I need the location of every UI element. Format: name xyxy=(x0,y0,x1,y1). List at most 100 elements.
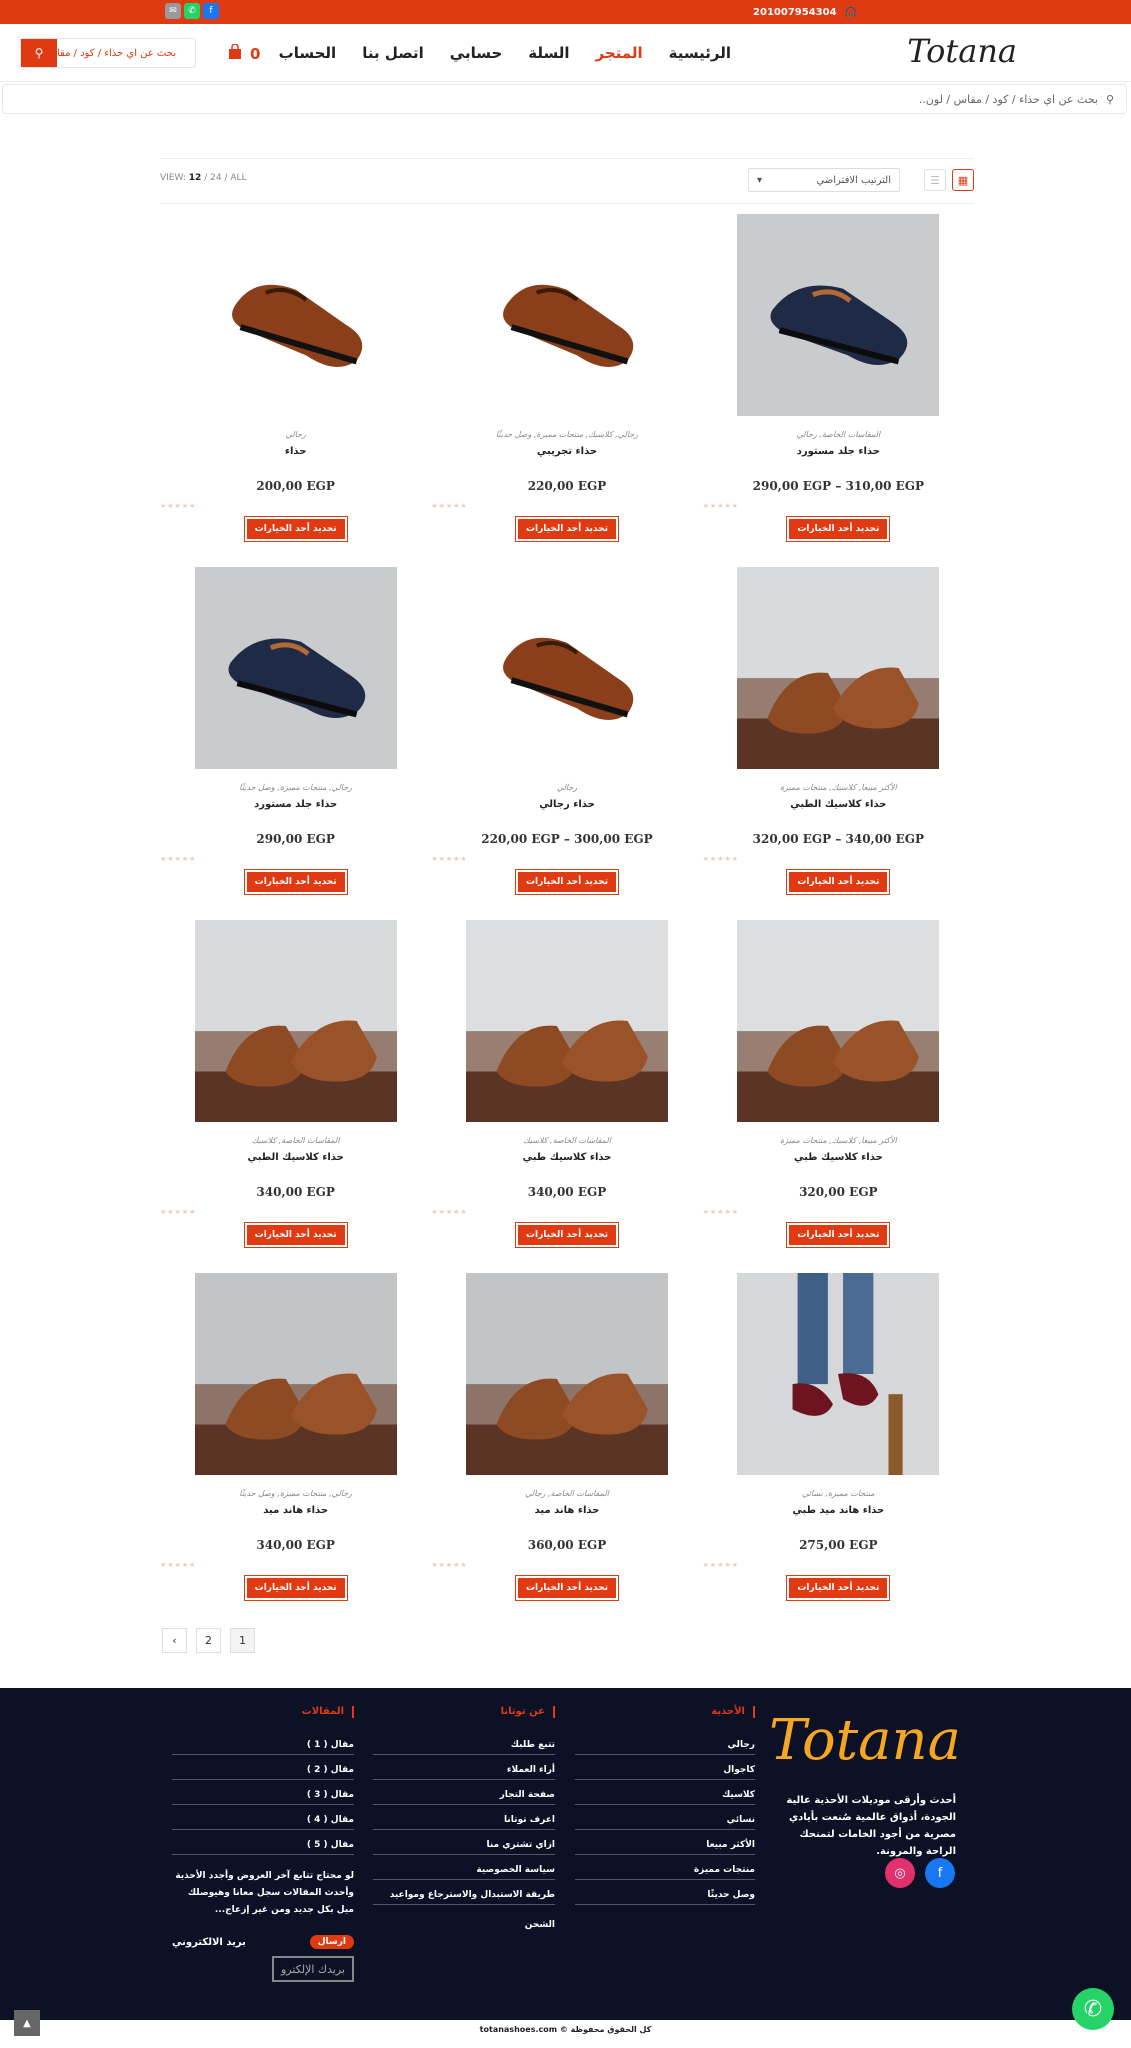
footer-link[interactable]: مقال ( 1 ) xyxy=(172,1730,354,1755)
product-name[interactable]: حذاء كلاسيك الطبي xyxy=(160,1152,431,1163)
per-page-12[interactable]: 12 xyxy=(189,173,202,183)
phone-contact[interactable]: 201007954304 🎧 xyxy=(753,0,857,24)
nav-contact[interactable]: اتصل بنا xyxy=(362,44,424,62)
list-view-icon[interactable]: ☰ xyxy=(924,169,946,191)
product-categories[interactable]: المقاسات الخاصة, رجالي xyxy=(431,1489,702,1501)
product-categories[interactable]: المقاسات الخاصة, رجالي xyxy=(703,430,974,442)
product-search-bar[interactable]: ⚲ بحث عن اي حذاء / كود / مقاس / لون.. xyxy=(2,84,1127,114)
header-search-input[interactable]: بحث عن اي حذاء / كود / مقا xyxy=(57,39,195,67)
product-search-input[interactable]: بحث عن اي حذاء / كود / مقاس / لون.. xyxy=(919,93,1098,106)
product-categories[interactable]: الأكثر مبيعا, كلاسيك, منتجات مميزة xyxy=(703,1136,974,1148)
footer-link[interactable]: رجالي xyxy=(575,1730,755,1755)
product-image[interactable] xyxy=(160,214,431,416)
product-name[interactable]: حذاء كلاسيك الطبي xyxy=(703,799,974,810)
product-image[interactable] xyxy=(160,920,431,1122)
footer-link[interactable]: مقال ( 3 ) xyxy=(172,1780,354,1805)
sort-select[interactable]: الترتيب الافتراضي ▾ xyxy=(748,168,900,192)
page-2[interactable]: 2 xyxy=(196,1628,221,1653)
footer-link[interactable]: أراء العملاء xyxy=(373,1755,555,1780)
product-categories[interactable]: منتجات مميزة, نسائي xyxy=(703,1489,974,1501)
footer-logo[interactable]: Totana xyxy=(769,1708,961,1773)
select-options-button[interactable]: تحديد أحد الخيارات xyxy=(786,1575,891,1601)
newsletter-email-input[interactable]: بريدك الإلكترو xyxy=(272,1956,354,1982)
product-name[interactable]: حذاء هاند ميد xyxy=(431,1505,702,1516)
product-card[interactable]: المقاسات الخاصة, رجالي حذاء جلد مستورد 290… xyxy=(703,214,974,567)
next-page-icon[interactable]: ‹ xyxy=(162,1628,187,1653)
select-options-button[interactable]: تحديد أحد الخيارات xyxy=(786,869,891,895)
product-categories[interactable]: رجالي, منتجات مميزة, وصل حديثًا xyxy=(160,783,431,795)
product-card[interactable]: رجالي حذاء 200,00 EGP ★★★★★ تحديد أحد الخيار… xyxy=(160,214,431,567)
send-button[interactable]: ارسال xyxy=(309,1935,354,1949)
product-name[interactable]: حذاء كلاسيك طبي xyxy=(431,1152,702,1163)
cart-button[interactable]: 0 xyxy=(228,43,260,63)
whatsapp-icon[interactable]: ✆ xyxy=(184,3,200,19)
product-card[interactable]: الأكثر مبيعا, كلاسيك, منتجات مميزة حذاء ك… xyxy=(703,567,974,920)
product-card[interactable]: رجالي, منتجات مميزة, وصل حديثًا حذاء هاند… xyxy=(160,1273,431,1626)
product-categories[interactable]: رجالي, منتجات مميزة, وصل حديثًا xyxy=(160,1489,431,1501)
facebook-icon[interactable]: f xyxy=(925,1858,955,1888)
email-icon[interactable]: ✉ xyxy=(165,3,181,19)
product-image[interactable] xyxy=(703,1273,974,1475)
phone-number[interactable]: 201007954304 xyxy=(753,7,837,18)
footer-link[interactable]: منتجات مميزة xyxy=(575,1855,755,1880)
footer-link[interactable]: اعرف توتانا xyxy=(373,1805,555,1830)
product-categories[interactable]: رجالي, كلاسيك, منتجات مميزة, وصل حديثًا xyxy=(431,430,702,442)
product-categories[interactable]: رجالي xyxy=(431,783,702,795)
product-card[interactable]: المقاسات الخاصة, رجالي حذاء هاند ميد 360,0… xyxy=(431,1273,702,1626)
footer-link[interactable]: تتبع طلبك xyxy=(373,1730,555,1755)
footer-link[interactable]: وصل حديثًا xyxy=(575,1880,755,1905)
page-1[interactable]: 1 xyxy=(230,1628,255,1653)
footer-link[interactable]: ازاي تشتري منا xyxy=(373,1830,555,1855)
product-name[interactable]: حذاء رجالي xyxy=(431,799,702,810)
select-options-button[interactable]: تحديد أحد الخيارات xyxy=(514,1222,619,1248)
product-name[interactable]: حذاء تجريبي xyxy=(431,446,702,457)
product-categories[interactable]: المقاسات الخاصة, كلاسيك xyxy=(160,1136,431,1148)
whatsapp-float-button[interactable]: ✆ xyxy=(1072,1988,1114,2030)
select-options-button[interactable]: تحديد أحد الخيارات xyxy=(243,869,348,895)
product-card[interactable]: المقاسات الخاصة, كلاسيك حذاء كلاسيك الطبي… xyxy=(160,920,431,1273)
facebook-icon[interactable]: f xyxy=(203,3,219,19)
product-categories[interactable]: رجالي xyxy=(160,430,431,442)
nav-cart[interactable]: السلة xyxy=(528,44,569,62)
nav-shop[interactable]: المتجر xyxy=(596,44,643,62)
product-name[interactable]: حذاء جلد مستورد xyxy=(703,446,974,457)
product-card[interactable]: رجالي, منتجات مميزة, وصل حديثًا حذاء جلد … xyxy=(160,567,431,920)
product-card[interactable]: المقاسات الخاصة, كلاسيك حذاء كلاسيك طبي 34… xyxy=(431,920,702,1273)
per-page-24[interactable]: 24 xyxy=(210,173,221,183)
scroll-top-button[interactable]: ▲ xyxy=(14,2010,40,2036)
product-card[interactable]: منتجات مميزة, نسائي حذاء هاند ميد طبي 275,… xyxy=(703,1273,974,1626)
nav-account[interactable]: الحساب xyxy=(279,44,337,62)
select-options-button[interactable]: تحديد أحد الخيارات xyxy=(243,1575,348,1601)
select-options-button[interactable]: تحديد أحد الخيارات xyxy=(514,516,619,542)
select-options-button[interactable]: تحديد أحد الخيارات xyxy=(786,1222,891,1248)
footer-link[interactable]: سياسة الخصوصية xyxy=(373,1855,555,1880)
footer-link[interactable]: مقال ( 4 ) xyxy=(172,1805,354,1830)
select-options-button[interactable]: تحديد أحد الخيارات xyxy=(243,1222,348,1248)
product-name[interactable]: حذاء xyxy=(160,446,431,457)
footer-link[interactable]: طريقة الاستبدال والاسترجاع ومواعيد الشحن xyxy=(373,1880,555,1930)
product-image[interactable] xyxy=(431,1273,702,1475)
product-image[interactable] xyxy=(160,1273,431,1475)
product-image[interactable] xyxy=(431,920,702,1122)
logo[interactable]: Totana xyxy=(907,32,1017,70)
product-card[interactable]: رجالي, كلاسيك, منتجات مميزة, وصل حديثًا ح… xyxy=(431,214,702,567)
product-image[interactable] xyxy=(703,567,974,769)
product-image[interactable] xyxy=(703,214,974,416)
product-name[interactable]: حذاء هاند ميد xyxy=(160,1505,431,1516)
instagram-icon[interactable]: ◎ xyxy=(885,1858,915,1888)
product-categories[interactable]: المقاسات الخاصة, كلاسيك xyxy=(431,1136,702,1148)
footer-link[interactable]: صفحة التجار xyxy=(373,1780,555,1805)
product-card[interactable]: الأكثر مبيعا, كلاسيك, منتجات مميزة حذاء ك… xyxy=(703,920,974,1273)
nav-my-account[interactable]: حسابي xyxy=(450,44,503,62)
product-name[interactable]: حذاء جلد مستورد xyxy=(160,799,431,810)
header-search[interactable]: ⚲ بحث عن اي حذاء / كود / مقا xyxy=(20,38,196,68)
footer-link[interactable]: كلاسيك xyxy=(575,1780,755,1805)
footer-link[interactable]: نسائي xyxy=(575,1805,755,1830)
footer-link[interactable]: كاجوال xyxy=(575,1755,755,1780)
product-image[interactable] xyxy=(431,567,702,769)
select-options-button[interactable]: تحديد أحد الخيارات xyxy=(786,516,891,542)
select-options-button[interactable]: تحديد أحد الخيارات xyxy=(243,516,348,542)
grid-view-icon[interactable]: ▦ xyxy=(952,169,974,191)
product-image[interactable] xyxy=(431,214,702,416)
product-name[interactable]: حذاء هاند ميد طبي xyxy=(703,1505,974,1516)
